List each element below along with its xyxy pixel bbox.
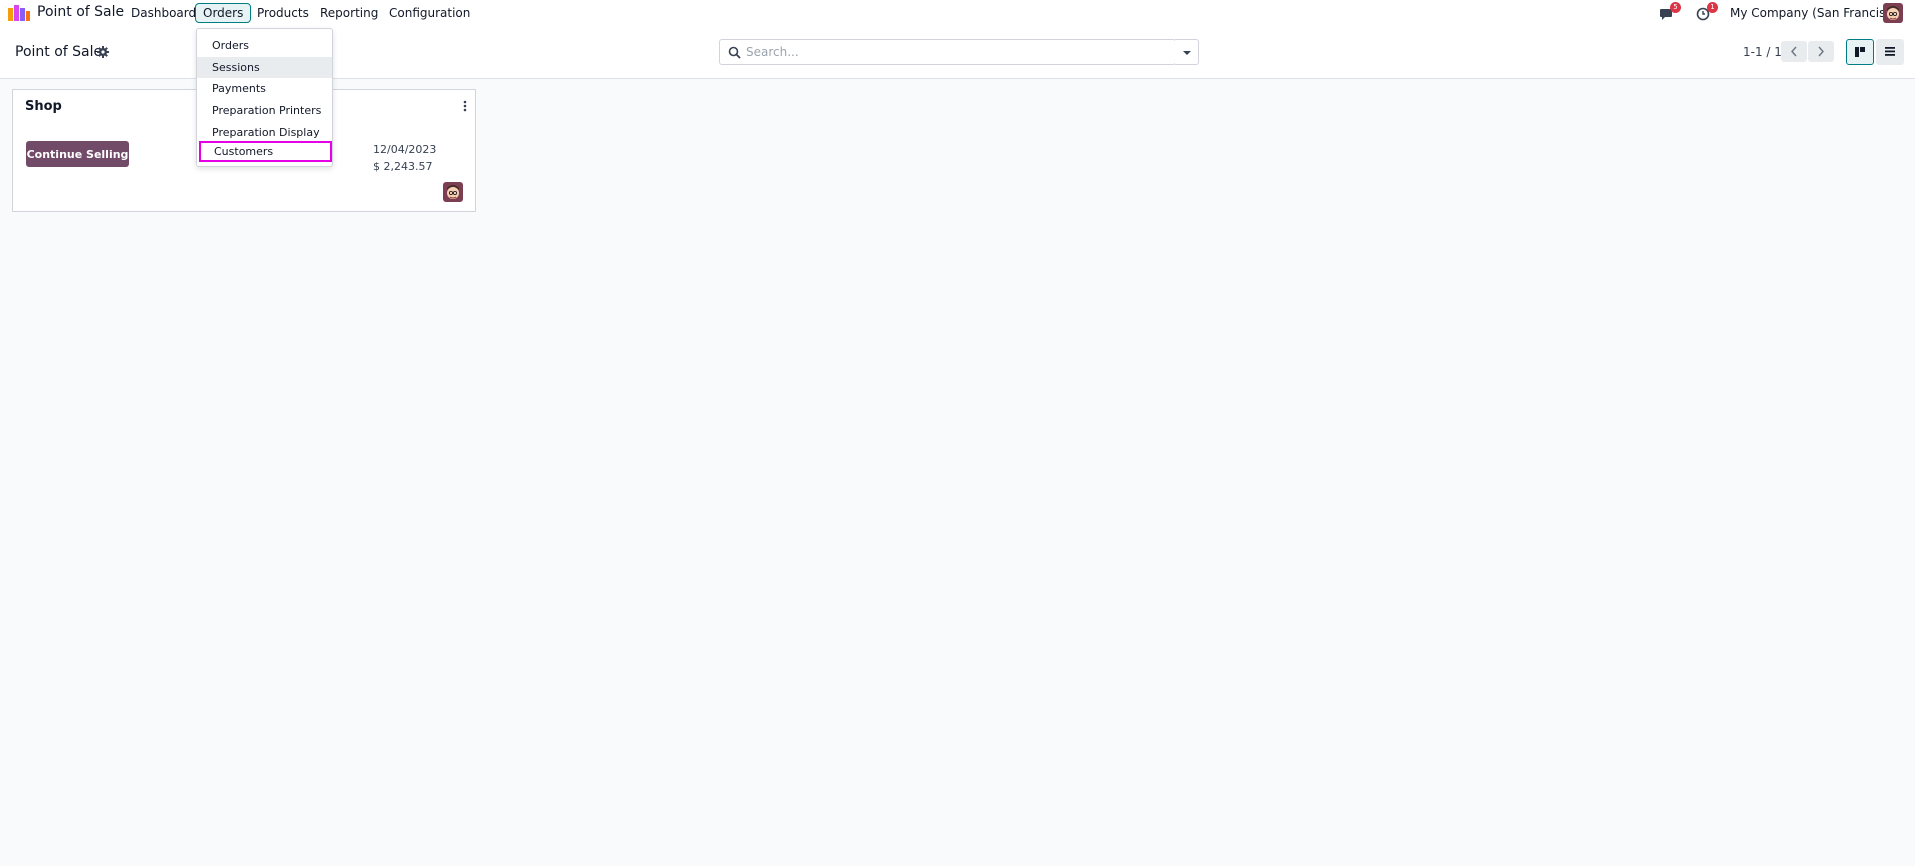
user-avatar[interactable] bbox=[1883, 3, 1903, 23]
app-name[interactable]: Point of Sale bbox=[37, 4, 124, 20]
pager-value[interactable]: 1-1 / 1 bbox=[1743, 45, 1782, 59]
menu-products[interactable]: Products bbox=[249, 3, 317, 23]
responsible-avatar bbox=[443, 182, 463, 202]
pager-previous-button[interactable] bbox=[1781, 41, 1807, 62]
kebab-menu-icon[interactable] bbox=[459, 99, 471, 113]
menu-item-preparation-printers[interactable]: Preparation Printers bbox=[197, 100, 332, 121]
avatar-icon bbox=[1883, 3, 1903, 23]
card-title: Shop bbox=[25, 99, 62, 114]
menu-item-sessions[interactable]: Sessions bbox=[197, 57, 332, 78]
menu-item-orders[interactable]: Orders bbox=[197, 35, 332, 56]
messages-badge: 5 bbox=[1670, 2, 1681, 13]
avatar-icon bbox=[443, 182, 463, 202]
chevron-right-icon bbox=[1818, 46, 1824, 57]
menu-dashboard[interactable]: Dashboard bbox=[123, 3, 204, 23]
menu-item-preparation-display[interactable]: Preparation Display bbox=[197, 122, 332, 143]
menu-configuration[interactable]: Configuration bbox=[381, 3, 478, 23]
messages-button[interactable]: 5 bbox=[1658, 2, 1681, 23]
search-box bbox=[719, 39, 1176, 65]
page-title: Point of Sale bbox=[15, 44, 103, 60]
menu-orders[interactable]: Orders bbox=[195, 3, 252, 23]
kanban-view-button[interactable] bbox=[1846, 39, 1874, 65]
company-switcher[interactable]: My Company (San Francisco) bbox=[1730, 6, 1904, 20]
caret-down-icon bbox=[1183, 51, 1191, 55]
kanban-view-icon bbox=[1855, 47, 1865, 57]
top-navbar: Point of Sale Dashboard Orders Products … bbox=[0, 0, 1915, 26]
list-view-button[interactable] bbox=[1876, 39, 1904, 65]
pager-next-button[interactable] bbox=[1808, 41, 1834, 62]
list-view-icon bbox=[1885, 47, 1895, 56]
pos-logo-icon[interactable] bbox=[8, 5, 30, 21]
menu-item-customers[interactable]: Customers bbox=[199, 141, 332, 162]
activities-badge: 1 bbox=[1707, 2, 1718, 13]
continue-selling-button[interactable]: Continue Selling bbox=[26, 141, 129, 167]
menu-item-payments[interactable]: Payments bbox=[197, 78, 332, 99]
last-session-date: 12/04/2023 bbox=[373, 143, 437, 156]
search-input[interactable] bbox=[746, 42, 1146, 62]
chevron-left-icon bbox=[1791, 46, 1797, 57]
last-session-amount: $ 2,243.57 bbox=[373, 160, 433, 173]
menu-reporting[interactable]: Reporting bbox=[312, 3, 386, 23]
orders-dropdown-menu: Orders Sessions Payments Preparation Pri… bbox=[196, 28, 333, 167]
search-icon bbox=[728, 46, 741, 59]
search-options-toggle[interactable] bbox=[1175, 39, 1199, 65]
activities-button[interactable]: 1 bbox=[1695, 2, 1718, 23]
gear-icon[interactable] bbox=[97, 46, 109, 58]
